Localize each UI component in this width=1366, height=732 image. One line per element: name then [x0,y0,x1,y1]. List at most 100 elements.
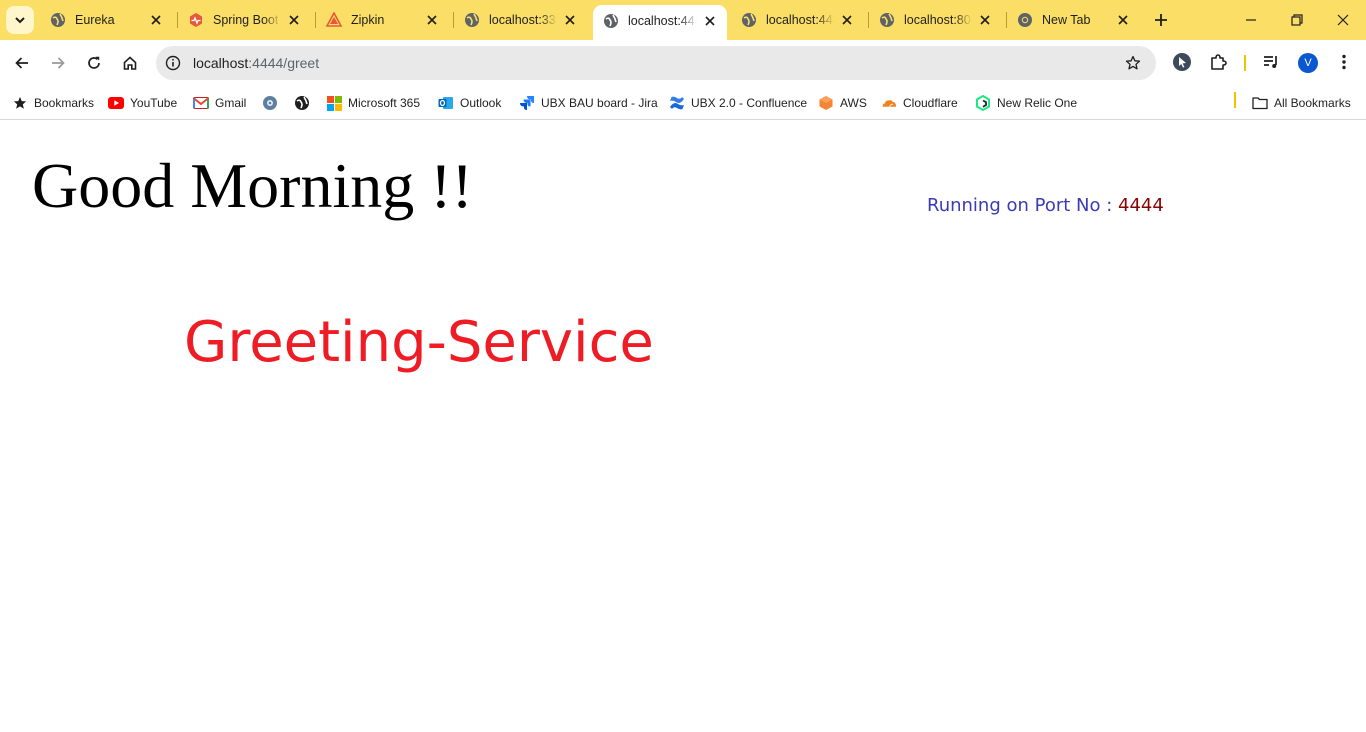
outlook-icon [438,95,454,111]
close-icon[interactable] [976,11,994,29]
port-value: 4444 [1118,195,1164,216]
globe-icon [879,12,895,28]
bookmarks-divider [1234,92,1236,108]
globe-icon [294,95,310,111]
folder-icon [1252,95,1268,111]
extensions-puzzle-icon[interactable] [1206,50,1230,74]
bookmark-label: AWS [840,96,867,110]
close-icon[interactable] [701,12,719,30]
spring-boot-admin-icon [188,12,204,28]
aws-icon [818,95,834,111]
close-icon[interactable] [285,11,303,29]
bookmark-label: UBX 2.0 - Confluence [691,96,808,110]
browser-toolbar: localhost:4444/greet V [0,40,1366,86]
port-label: Running on Port No : [927,195,1119,216]
bookmark-site-settings[interactable] [262,92,284,114]
tab-title: localhost:3333/greet [489,13,557,27]
arrow-left-icon [15,57,28,69]
bookmark-label: UBX BAU board - Jira [541,96,658,110]
tab-title: New Tab [1042,13,1091,27]
bookmark-jira[interactable]: UBX BAU board - Jira [519,92,658,114]
url-text[interactable]: localhost:4444/greet [193,54,319,72]
media-control-icon[interactable] [1259,50,1283,74]
tab-localhost-8080[interactable]: localhost:8080/greet [869,6,1002,34]
greeting-heading: Good Morning !! [32,150,473,221]
confluence-icon [669,95,685,111]
minimize-button[interactable] [1228,0,1274,40]
globe-icon [464,12,480,28]
bookmark-confluence[interactable]: UBX 2.0 - Confluence [669,92,807,114]
close-icon[interactable] [423,11,441,29]
gmail-icon [193,95,209,111]
port-info: Running on Port No : 4444 [927,194,1164,218]
all-bookmarks-label: All Bookmarks [1274,96,1351,110]
home-button[interactable] [115,48,145,78]
star-icon [12,95,28,111]
bookmark-label: YouTube [130,96,178,110]
globe-icon [50,12,66,28]
bookmark-youtube[interactable]: YouTube [108,92,177,114]
close-icon[interactable] [147,11,165,29]
extension-cursor-icon[interactable] [1170,50,1194,74]
new-relic-icon [975,95,991,111]
new-tab-button[interactable] [1150,9,1172,31]
bookmark-aws[interactable]: AWS [818,92,867,114]
reload-icon [88,56,100,69]
plus-icon [1155,14,1167,26]
tab-title: localhost:4444/greet [628,13,697,28]
url-host: localhost [193,55,249,71]
restore-icon [1291,14,1303,26]
arrow-right-icon [52,57,65,69]
bookmark-outlook[interactable]: Outlook [438,92,501,114]
bookmark-label: Bookmarks [34,96,95,110]
bookmark-label: Outlook [460,96,502,110]
bookmark-gmail[interactable]: Gmail [193,92,246,114]
chevron-down-icon [15,17,25,24]
bookmark-cloudflare[interactable]: Cloudflare [881,92,958,114]
bookmark-label: Cloudflare [903,96,958,110]
bookmark-bookmarks[interactable]: Bookmarks [12,92,94,114]
tab-localhost-3333[interactable]: localhost:3333/greet [454,6,587,34]
close-icon[interactable] [838,11,856,29]
tab-title: Zipkin [351,13,385,27]
tab-title: localhost:4444/greet [766,13,834,27]
bookmark-globe[interactable] [294,92,316,114]
url-path: :4444/greet [248,55,320,71]
close-window-button[interactable] [1320,0,1366,40]
reload-button[interactable] [79,48,109,78]
bookmark-microsoft-365[interactable]: Microsoft 365 [326,92,420,114]
back-button[interactable] [7,48,37,78]
restore-button[interactable] [1274,0,1320,40]
all-bookmarks-folder[interactable]: All Bookmarks [1252,92,1351,114]
bookmark-new-relic[interactable]: New Relic One [975,92,1077,114]
toolbar-divider [1244,55,1246,71]
jira-icon [519,95,535,111]
close-icon [1337,14,1349,26]
menu-dots-icon[interactable] [1332,50,1356,74]
tab-search-button[interactable] [6,6,34,34]
globe-icon [741,12,757,28]
tab-zipkin[interactable]: Zipkin [316,6,449,34]
minimize-icon [1246,19,1256,21]
tab-localhost-4444-active[interactable]: localhost:4444/greet [593,5,727,40]
page-content: Good Morning !! Running on Port No : 444… [0,121,1366,732]
bookmark-label: New Relic One [997,96,1078,110]
zipkin-icon [326,12,342,28]
service-name: Greeting-Service [184,310,654,375]
forward-button[interactable] [43,48,73,78]
bookmark-label: Gmail [215,96,247,110]
address-bar[interactable]: localhost:4444/greet [156,46,1156,80]
settings-site-icon [262,95,278,111]
tab-eureka[interactable]: Eureka [40,6,173,34]
chrome-icon [1017,12,1033,28]
profile-avatar[interactable]: V [1298,53,1318,73]
site-info-icon[interactable] [164,54,182,72]
bookmark-star-icon[interactable] [1124,54,1142,72]
tab-spring-boot-admin[interactable]: Spring Boot Admin [178,6,311,34]
tab-title: Eureka [75,13,115,27]
tab-new-tab[interactable]: New Tab [1007,6,1140,34]
tab-localhost-4444[interactable]: localhost:4444/greet [731,6,864,34]
close-icon[interactable] [1114,11,1132,29]
tab-strip: Eureka Spring Boot Admin Zipkin localhos… [0,0,1366,40]
close-icon[interactable] [561,11,579,29]
